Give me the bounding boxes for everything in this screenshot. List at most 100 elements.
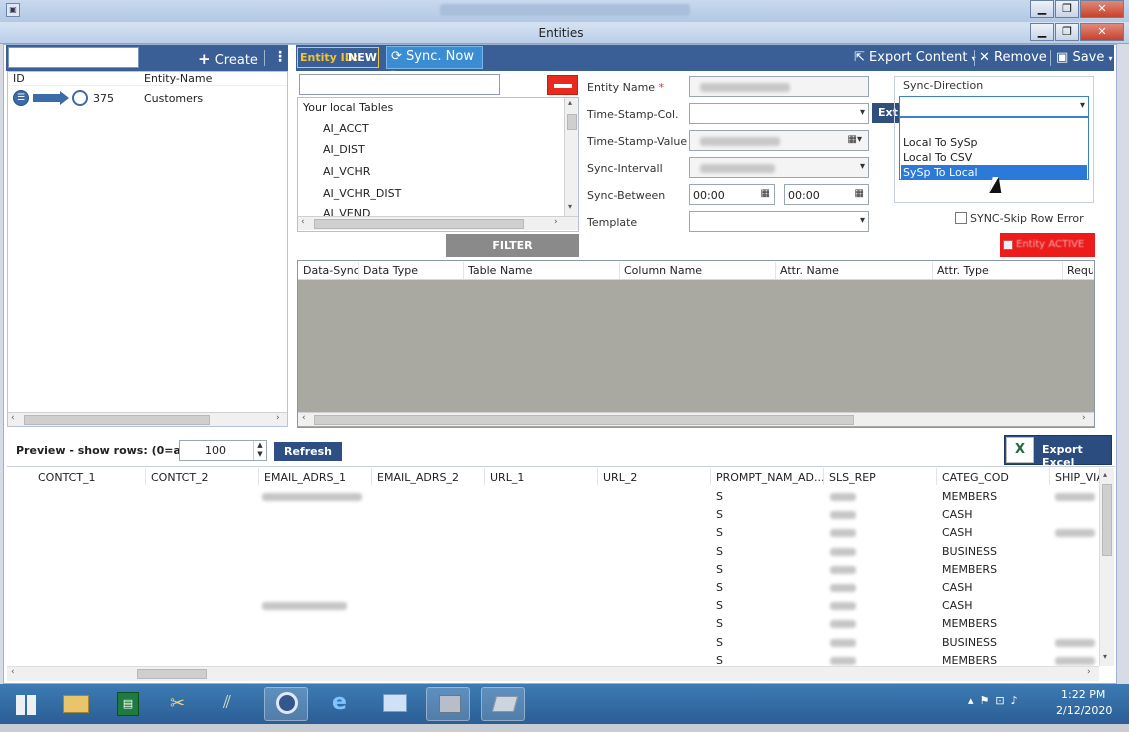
- excel-app-icon[interactable]: ▤: [105, 687, 149, 721]
- preview-column-header[interactable]: URL_1: [490, 471, 524, 484]
- scroll-right-icon[interactable]: ›: [1087, 667, 1091, 677]
- scroll-right-icon[interactable]: ›: [554, 217, 558, 227]
- table-item[interactable]: AI_ACCT: [323, 122, 369, 135]
- mapping-col-table-name[interactable]: Table Name: [468, 264, 532, 277]
- preview-column-header[interactable]: CONTCT_1: [38, 471, 96, 484]
- preview-column-header[interactable]: PROMPT_NAM_AD...: [716, 471, 825, 484]
- timestamp-col-select[interactable]: ▾: [689, 103, 869, 124]
- tables-horizontal-scrollbar[interactable]: ‹ ›: [298, 216, 578, 230]
- preview-table-row[interactable]: [8, 561, 1098, 578]
- preview-table-row[interactable]: [8, 524, 1098, 541]
- spin-up-icon[interactable]: ▲: [254, 441, 266, 450]
- preview-table-row[interactable]: [8, 506, 1098, 523]
- preview-column-header[interactable]: EMAIL_ADRS_2: [377, 471, 459, 484]
- remove-button[interactable]: ✕ Remove: [979, 50, 1047, 65]
- template-select[interactable]: ▾: [689, 211, 869, 232]
- time-picker-icon[interactable]: ▦: [855, 188, 864, 199]
- mapping-horizontal-scrollbar[interactable]: ‹ ›: [298, 412, 1094, 426]
- entity-search-input[interactable]: [8, 47, 139, 68]
- clear-filter-button[interactable]: [547, 75, 578, 95]
- mapping-col-required[interactable]: Requ: [1067, 264, 1093, 277]
- calendar-icon[interactable]: ▦▾: [848, 134, 862, 145]
- mapping-col-data-sync[interactable]: Data-Sync: [303, 264, 360, 277]
- refresh-button[interactable]: Refresh: [274, 442, 342, 461]
- entity-row[interactable]: ☰ 375 Customers: [8, 88, 287, 108]
- table-item[interactable]: AI_VCHR: [323, 165, 370, 178]
- preview-table-row[interactable]: [8, 579, 1098, 596]
- entity-active-toggle[interactable]: Entity ACTIVE: [1000, 233, 1095, 257]
- sync-direction-option[interactable]: Local To SySp: [901, 135, 1087, 150]
- sync-direction-option[interactable]: Local To CSV: [901, 150, 1087, 165]
- scroll-thumb[interactable]: [137, 669, 207, 679]
- notebook-icon[interactable]: [481, 687, 525, 721]
- clock-date[interactable]: 2/12/2020: [1056, 704, 1112, 717]
- preview-column-header[interactable]: CONTCT_2: [151, 471, 209, 484]
- outer-close-button[interactable]: ✕: [1080, 0, 1124, 18]
- scroll-thumb[interactable]: [567, 114, 577, 130]
- preview-column-header[interactable]: SLS_REP: [829, 471, 876, 484]
- sync-interval-select[interactable]: ▾: [689, 157, 869, 178]
- skip-row-error-checkbox[interactable]: [955, 212, 967, 224]
- tray-icons[interactable]: ▴⚑⊡♪: [968, 694, 1024, 707]
- scroll-down-icon[interactable]: ▾: [568, 202, 572, 211]
- tables-vertical-scrollbar[interactable]: ▴ ▾: [564, 98, 578, 216]
- scroll-up-icon[interactable]: ▴: [1103, 470, 1107, 479]
- preview-table-row[interactable]: [8, 597, 1098, 614]
- scroll-left-icon[interactable]: ‹: [302, 413, 306, 423]
- sync-now-button[interactable]: ⟳ Sync. Now ▾: [386, 46, 483, 77]
- preview-column-header[interactable]: URL_2: [603, 471, 637, 484]
- sync-between-from-input[interactable]: 00:00 ▦: [689, 184, 775, 205]
- table-item[interactable]: AI_DIST: [323, 143, 365, 156]
- sync-between-to-input[interactable]: 00:00 ▦: [784, 184, 869, 205]
- mapping-col-column-name[interactable]: Column Name: [624, 264, 702, 277]
- server-manager-icon[interactable]: [426, 687, 470, 721]
- preview-horizontal-scrollbar[interactable]: ‹ ›: [7, 666, 1099, 681]
- scroll-left-icon[interactable]: ‹: [11, 667, 15, 677]
- inner-restore-button[interactable]: ❐: [1055, 23, 1079, 41]
- scroll-down-icon[interactable]: ▾: [1103, 652, 1107, 661]
- remote-desktop-icon[interactable]: [372, 687, 416, 721]
- export-content-button[interactable]: ⇱ Export Content ▾: [854, 50, 976, 65]
- tools-icon[interactable]: ✂: [158, 687, 202, 721]
- table-item[interactable]: AI_VCHR_DIST: [323, 187, 401, 200]
- preview-rows-spinner[interactable]: ▲ ▼: [253, 441, 266, 460]
- preview-table-row[interactable]: [8, 488, 1098, 505]
- outer-restore-button[interactable]: ❐: [1055, 0, 1079, 18]
- preview-vertical-scrollbar[interactable]: ▴ ▾: [1099, 468, 1114, 666]
- start-button[interactable]: [4, 688, 48, 722]
- scroll-thumb[interactable]: [314, 415, 854, 425]
- inner-close-button[interactable]: ✕: [1080, 23, 1124, 41]
- scroll-left-icon[interactable]: ‹: [11, 413, 15, 423]
- preview-column-header[interactable]: SHIP_VIA: [1055, 471, 1099, 484]
- entity-active-checkbox[interactable]: [1003, 240, 1013, 250]
- scroll-thumb[interactable]: [24, 415, 210, 425]
- preview-table-row[interactable]: [8, 543, 1098, 560]
- scroll-left-icon[interactable]: ‹: [301, 217, 305, 227]
- timestamp-value-input[interactable]: ▦▾: [689, 130, 869, 151]
- spin-down-icon[interactable]: ▼: [254, 450, 266, 459]
- preview-table-row[interactable]: [8, 634, 1098, 651]
- table-filter-input[interactable]: [299, 74, 500, 95]
- clock-time[interactable]: 1:22 PM: [1061, 688, 1105, 701]
- sync-tool-icon[interactable]: ⫽: [211, 687, 255, 721]
- entity-name-input[interactable]: [689, 76, 869, 97]
- scroll-up-icon[interactable]: ▴: [568, 98, 572, 107]
- save-button[interactable]: ▣ Save ▾: [1056, 50, 1113, 65]
- preview-column-header[interactable]: CATEG_COD: [942, 471, 1009, 484]
- inner-minimize-button[interactable]: ▁: [1030, 23, 1054, 41]
- scroll-thumb[interactable]: [1102, 484, 1112, 556]
- sync-direction-select[interactable]: ▾: [899, 96, 1089, 117]
- create-button[interactable]: + Create: [198, 50, 258, 68]
- internet-explorer-icon[interactable]: e: [320, 687, 364, 721]
- sysp-connector-icon[interactable]: [264, 687, 308, 721]
- mapping-col-data-type[interactable]: Data Type: [363, 264, 418, 277]
- preview-column-header[interactable]: EMAIL_ADRS_1: [264, 471, 346, 484]
- scroll-right-icon[interactable]: ›: [1082, 413, 1086, 423]
- more-options-icon[interactable]: ⋮: [273, 49, 287, 65]
- filter-button[interactable]: FILTER: [446, 234, 579, 257]
- file-explorer-icon[interactable]: [53, 687, 97, 721]
- preview-table-row[interactable]: [8, 615, 1098, 632]
- scroll-right-icon[interactable]: ›: [276, 413, 280, 423]
- left-horizontal-scrollbar[interactable]: ‹ ›: [8, 412, 287, 426]
- outer-minimize-button[interactable]: ▁: [1030, 0, 1054, 18]
